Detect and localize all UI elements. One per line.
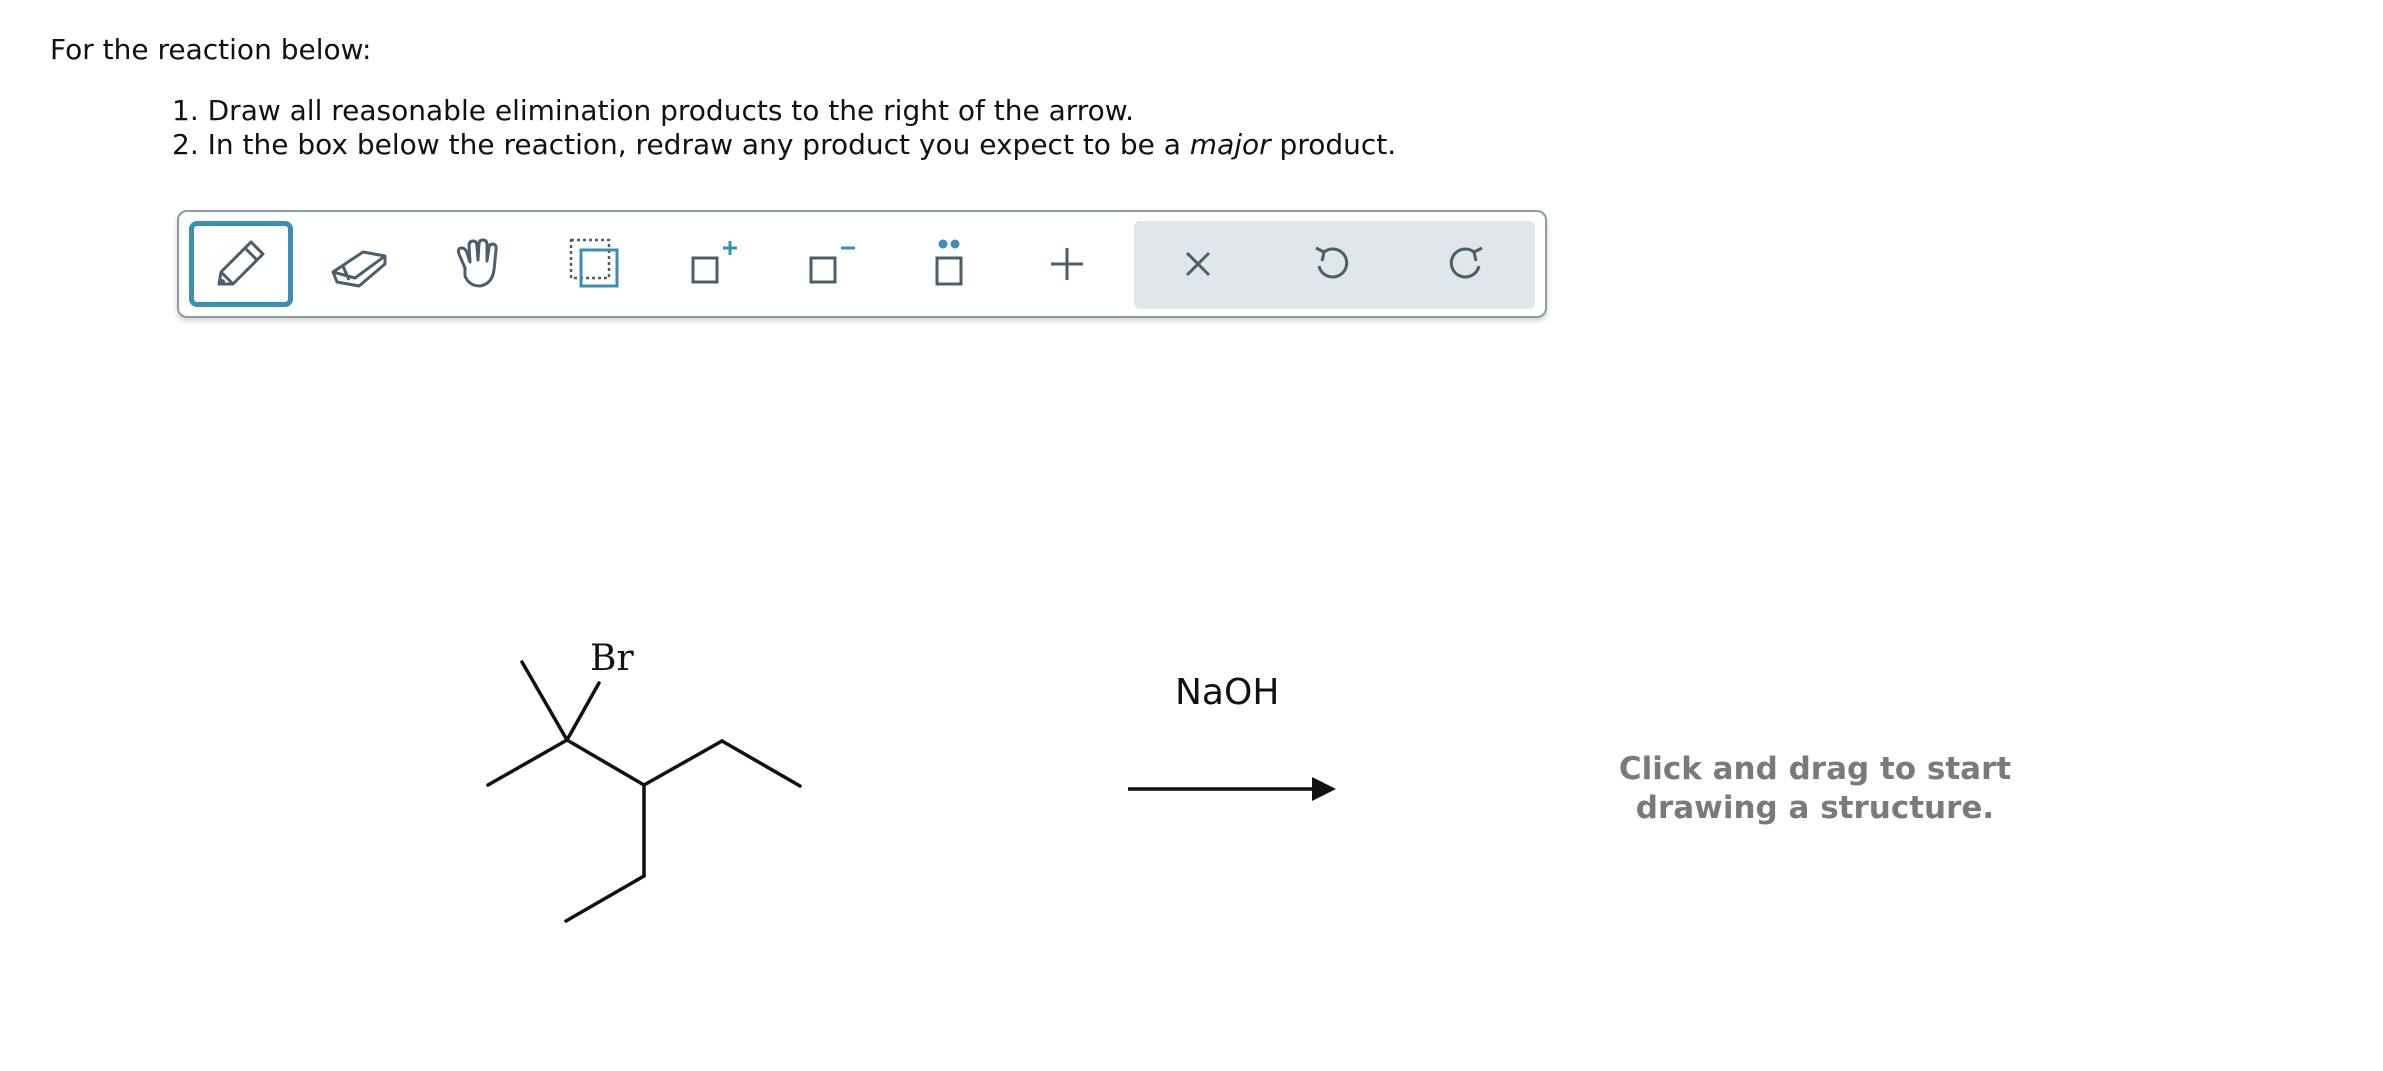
hand-icon: [456, 238, 498, 288]
instruction-step-2: 2. In the box below the reaction, redraw…: [172, 128, 1396, 162]
clear-tool-button[interactable]: [1146, 221, 1250, 307]
lone-pair-tool-button[interactable]: [897, 221, 1001, 307]
drop-hint-line-1: Click and drag to start: [1618, 751, 2012, 787]
undo-icon: [1315, 246, 1349, 279]
product-drop-hint: Click and drag to start drawing a struct…: [1555, 750, 2075, 828]
lone-pair-icon: [935, 239, 963, 286]
undo-tool-button[interactable]: [1280, 221, 1384, 307]
pencil-icon: [217, 240, 265, 286]
instruction-step-1: 1. Draw all reasonable elimination produ…: [172, 94, 1135, 127]
eraser-tool-button[interactable]: [307, 221, 411, 307]
redo-icon: [1449, 246, 1483, 279]
drop-hint-line-2: drawing a structure.: [1635, 790, 1995, 826]
reagent-label: NaOH: [1175, 672, 1280, 713]
plus-icon: [1051, 248, 1083, 280]
instruction-step-2-emphasis: major: [1189, 128, 1271, 161]
bond: [565, 681, 601, 742]
reaction-arrow: [1128, 777, 1336, 801]
instruction-step-2-text-after: product.: [1270, 128, 1397, 161]
decrease-charge-icon: [809, 246, 855, 284]
plus-tool-button[interactable]: [1015, 221, 1119, 307]
increase-charge-icon: [691, 241, 737, 284]
clear-icon: [1185, 251, 1211, 277]
select-box-icon: [569, 238, 619, 288]
pencil-tool-button[interactable]: [189, 221, 293, 307]
instruction-step-2-text-before: 2. In the box below the reaction, redraw…: [172, 128, 1190, 161]
bond: [486, 738, 569, 787]
bond: [565, 738, 646, 787]
bond: [720, 739, 802, 788]
eraser-icon: [331, 250, 387, 288]
bromine-atom-label: Br: [590, 638, 634, 679]
bond: [642, 739, 724, 787]
bond: [564, 874, 646, 923]
question-intro: For the reaction below:: [50, 33, 372, 66]
redo-tool-button[interactable]: [1414, 221, 1518, 307]
instruction-list: 1. Draw all reasonable elimination produ…: [172, 94, 1396, 162]
reactant-structure: [486, 660, 802, 923]
bond: [520, 660, 569, 742]
drawing-toolbar: [177, 210, 1547, 318]
